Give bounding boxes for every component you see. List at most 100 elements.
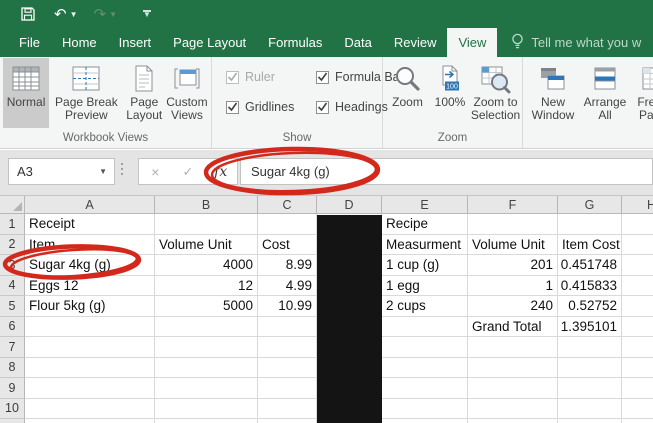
cell-C11[interactable] xyxy=(258,419,317,423)
column-header-D[interactable]: D xyxy=(317,196,382,214)
cell-A6[interactable] xyxy=(25,317,155,338)
tell-me-box[interactable]: Tell me what you w xyxy=(511,28,641,57)
cell-F6[interactable]: Grand Total xyxy=(468,317,558,338)
cell-F1[interactable] xyxy=(468,214,558,235)
cell-A9[interactable] xyxy=(25,378,155,399)
cell-H10[interactable] xyxy=(622,399,653,420)
cell-G10[interactable] xyxy=(558,399,622,420)
cell-F8[interactable] xyxy=(468,358,558,379)
column-header-B[interactable]: B xyxy=(155,196,258,214)
cell-B1[interactable] xyxy=(155,214,258,235)
cell-B11[interactable] xyxy=(155,419,258,423)
cell-F3[interactable]: 201 xyxy=(468,255,558,276)
cell-F11[interactable] xyxy=(468,419,558,423)
gridlines-checkbox[interactable]: Gridlines xyxy=(226,100,314,114)
column-header-C[interactable]: C xyxy=(258,196,317,214)
cell-H9[interactable] xyxy=(622,378,653,399)
tab-data[interactable]: Data xyxy=(333,28,382,57)
cell-E1[interactable]: Recipe xyxy=(382,214,468,235)
freeze-panes-button[interactable]: Freeze Panes xyxy=(630,58,653,128)
cell-C5[interactable]: 10.99 xyxy=(258,296,317,317)
new-window-button[interactable]: New Window xyxy=(526,58,580,128)
cell-H3[interactable] xyxy=(622,255,653,276)
row-header-8[interactable]: 8 xyxy=(0,358,25,379)
cell-C8[interactable] xyxy=(258,358,317,379)
custom-views-button[interactable]: Custom Views xyxy=(165,58,209,128)
cell-A2[interactable]: Item xyxy=(25,235,155,256)
cell-E10[interactable] xyxy=(382,399,468,420)
column-header-A[interactable]: A xyxy=(25,196,155,214)
cell-C1[interactable] xyxy=(258,214,317,235)
cell-G9[interactable] xyxy=(558,378,622,399)
cell-G7[interactable] xyxy=(558,337,622,358)
undo-icon[interactable]: ↶ xyxy=(54,7,67,22)
page-break-preview-button[interactable]: Page Break Preview xyxy=(49,58,124,128)
cell-B6[interactable] xyxy=(155,317,258,338)
cell-H11[interactable] xyxy=(622,419,653,423)
column-header-G[interactable]: G xyxy=(558,196,622,214)
cell-E11[interactable] xyxy=(382,419,468,423)
cell-E4[interactable]: 1 egg xyxy=(382,276,468,297)
tab-file[interactable]: File xyxy=(8,28,51,57)
cell-A1[interactable]: Receipt xyxy=(25,214,155,235)
cell-F10[interactable] xyxy=(468,399,558,420)
cell-G8[interactable] xyxy=(558,358,622,379)
column-header-F[interactable]: F xyxy=(468,196,558,214)
row-header-4[interactable]: 4 xyxy=(0,276,25,297)
row-header-11[interactable]: 11 xyxy=(0,419,25,423)
cell-C3[interactable]: 8.99 xyxy=(258,255,317,276)
cell-F7[interactable] xyxy=(468,337,558,358)
cell-H5[interactable] xyxy=(622,296,653,317)
row-header-1[interactable]: 1 xyxy=(0,214,25,235)
cell-B9[interactable] xyxy=(155,378,258,399)
cell-G2[interactable]: Item Cost xyxy=(558,235,622,256)
cell-C10[interactable] xyxy=(258,399,317,420)
row-header-9[interactable]: 9 xyxy=(0,378,25,399)
cell-G5[interactable]: 0.52752 xyxy=(558,296,622,317)
arrange-all-button[interactable]: Arrange All xyxy=(580,58,630,128)
cell-B5[interactable]: 5000 xyxy=(155,296,258,317)
cell-B3[interactable]: 4000 xyxy=(155,255,258,276)
cell-C2[interactable]: Cost xyxy=(258,235,317,256)
cell-B7[interactable] xyxy=(155,337,258,358)
customize-quick-access-icon[interactable]: ▼ xyxy=(143,10,151,18)
cell-E9[interactable] xyxy=(382,378,468,399)
cell-E6[interactable] xyxy=(382,317,468,338)
cell-A4[interactable]: Eggs 12 xyxy=(25,276,155,297)
cell-H4[interactable] xyxy=(622,276,653,297)
tab-page-layout[interactable]: Page Layout xyxy=(162,28,257,57)
row-header-3[interactable]: 3 xyxy=(0,255,25,276)
formula-input[interactable]: Sugar 4kg (g) xyxy=(240,158,653,185)
row-header-7[interactable]: 7 xyxy=(0,337,25,358)
cell-H2[interactable] xyxy=(622,235,653,256)
row-header-6[interactable]: 6 xyxy=(0,317,25,338)
row-header-10[interactable]: 10 xyxy=(0,399,25,420)
zoom-button[interactable]: Zoom xyxy=(386,58,429,128)
cell-F4[interactable]: 1 xyxy=(468,276,558,297)
zoom-100-button[interactable]: 100 100% xyxy=(429,58,471,128)
column-header-E[interactable]: E xyxy=(382,196,468,214)
cell-G4[interactable]: 0.415833 xyxy=(558,276,622,297)
normal-view-button[interactable]: Normal xyxy=(3,58,49,128)
page-layout-view-button[interactable]: Page Layout xyxy=(124,58,165,128)
cell-B4[interactable]: 12 xyxy=(155,276,258,297)
row-header-5[interactable]: 5 xyxy=(0,296,25,317)
name-box-dropdown-icon[interactable]: ▼ xyxy=(99,167,107,176)
cell-H6[interactable] xyxy=(622,317,653,338)
cell-G11[interactable] xyxy=(558,419,622,423)
cell-C9[interactable] xyxy=(258,378,317,399)
cell-E8[interactable] xyxy=(382,358,468,379)
tab-view[interactable]: View xyxy=(447,28,497,57)
cell-E2[interactable]: Measurment xyxy=(382,235,468,256)
cell-E5[interactable]: 2 cups xyxy=(382,296,468,317)
cell-F9[interactable] xyxy=(468,378,558,399)
cell-H7[interactable] xyxy=(622,337,653,358)
select-all-corner[interactable] xyxy=(0,196,25,214)
cell-F5[interactable]: 240 xyxy=(468,296,558,317)
cell-E7[interactable] xyxy=(382,337,468,358)
cell-E3[interactable]: 1 cup (g) xyxy=(382,255,468,276)
row-header-2[interactable]: 2 xyxy=(0,235,25,256)
cell-B10[interactable] xyxy=(155,399,258,420)
name-box[interactable]: A3 ▼ xyxy=(8,158,115,185)
zoom-to-selection-button[interactable]: Zoom to Selection xyxy=(471,58,520,128)
